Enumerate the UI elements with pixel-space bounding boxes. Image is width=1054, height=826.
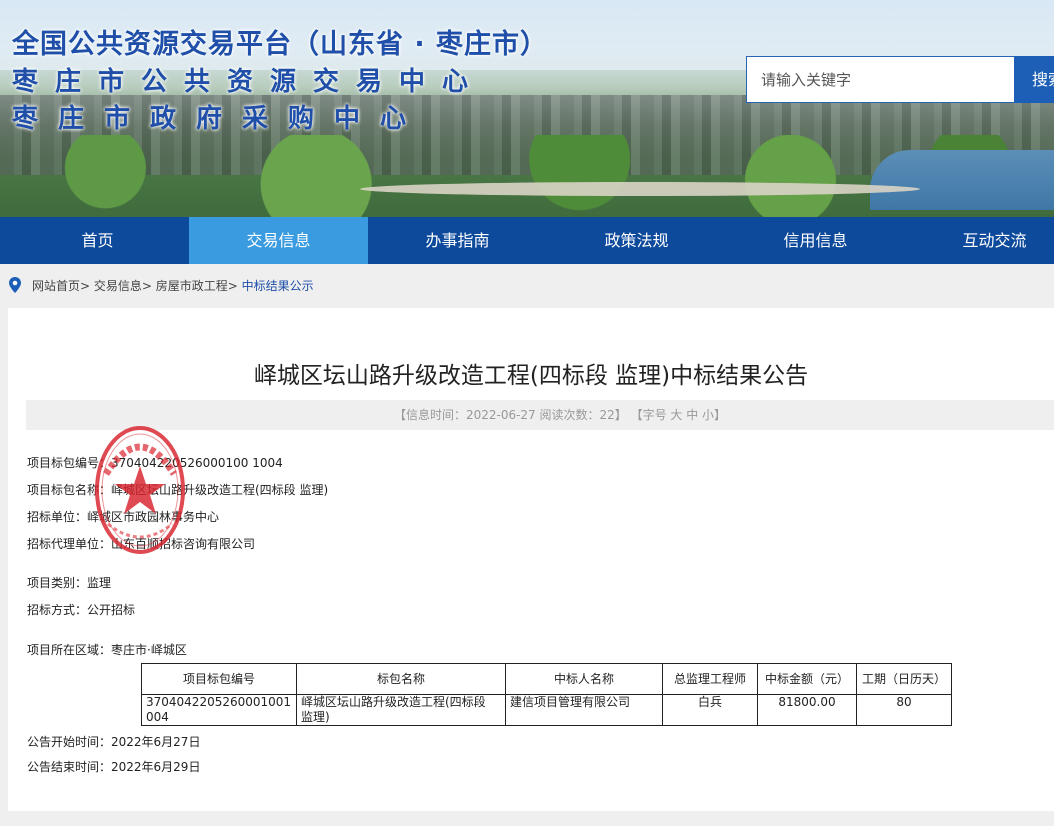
notice-start-time: 公告开始时间：2022年6月27日 [27,735,201,749]
procurement-title: 枣庄市政府采购中心 [12,104,427,134]
article-panel: 峄城区坛山路升级改造工程(四标段 监理)中标结果公告 【信息时间：2022-06… [8,308,1054,811]
breadcrumb-trail: 网站首页> 交易信息> 房屋市政工程> 中标结果公示 [32,277,314,294]
table-header-row: 项目标包编号 标包名称 中标人名称 总监理工程师 中标金额（元） 工期（日历天） [141,663,952,695]
th-chief-engineer: 总监理工程师 [662,663,758,695]
search-box: 搜索 [746,56,1054,105]
field-category: 项目类别：监理 [27,576,112,590]
nav-item-home[interactable]: 首页 [8,217,187,264]
field-method: 招标方式：公开招标 [27,603,136,617]
table-row: 3704042205260001001004 峄城区坛山路升级改造工程(四标段 … [141,694,952,726]
official-seal-icon [95,426,185,554]
th-bid-amount: 中标金额（元） [757,663,857,695]
banner-water [870,150,1054,210]
field-region: 项目所在区域：枣庄市·峄城区 [27,643,187,657]
th-package-number: 项目标包编号 [141,663,297,695]
breadcrumb-home[interactable]: 网站首页> [32,279,90,293]
cell-bid-amount: 81800.00 [757,694,857,726]
article-title: 峄城区坛山路升级改造工程(四标段 监理)中标结果公告 [253,363,809,389]
location-pin-icon [9,277,21,293]
th-winner: 中标人名称 [505,663,663,695]
platform-title: 全国公共资源交易平台（山东省 · 枣庄市） [12,29,549,60]
cell-package-number: 3704042205260001001004 [141,694,297,726]
breadcrumb-current[interactable]: 中标结果公示 [242,279,314,293]
search-input[interactable] [746,56,1014,103]
nav-item-policy[interactable]: 政策法规 [547,217,726,264]
th-package-name: 标包名称 [296,663,506,695]
result-table: 项目标包编号 标包名称 中标人名称 总监理工程师 中标金额（元） 工期（日历天）… [141,663,952,726]
search-button[interactable]: 搜索 [1014,56,1054,103]
nav-item-interaction[interactable]: 互动交流 [905,217,1054,264]
header-banner: 全国公共资源交易平台（山东省 · 枣庄市） 枣庄市公共资源交易中心 枣庄市政府采… [0,0,1054,217]
cell-package-name: 峄城区坛山路升级改造工程(四标段 监理) [296,694,506,726]
notice-end-time: 公告结束时间：2022年6月29日 [27,760,201,774]
nav-item-credit[interactable]: 信用信息 [726,217,905,264]
banner-bridge [360,182,920,196]
th-duration: 工期（日历天） [856,663,952,695]
nav-item-guide[interactable]: 办事指南 [368,217,547,264]
breadcrumb-trade-info[interactable]: 交易信息> [94,279,152,293]
breadcrumb-municipal[interactable]: 房屋市政工程> [156,279,238,293]
cell-winner: 建信项目管理有限公司 [505,694,663,726]
main-nav: 首页 交易信息 办事指南 政策法规 信用信息 互动交流 [0,217,1054,264]
cell-duration: 80 [856,694,952,726]
center-title: 枣庄市公共资源交易中心 [12,67,486,97]
nav-item-trade-info[interactable]: 交易信息 [189,217,368,264]
cell-chief-engineer: 白兵 [662,694,758,726]
